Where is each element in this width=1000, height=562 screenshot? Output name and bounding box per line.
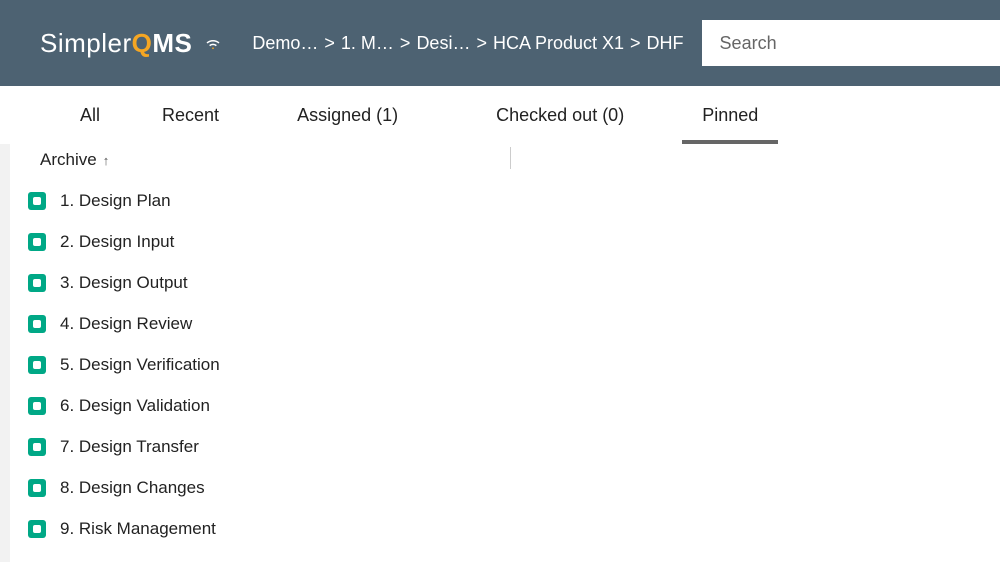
list-item-label: 5. Design Verification: [60, 355, 220, 375]
list-item[interactable]: 9. Risk Management: [28, 508, 1000, 549]
list-item-label: 7. Design Transfer: [60, 437, 199, 457]
folder-icon: [28, 192, 46, 210]
breadcrumb: Demo… > 1. M… > Desi… > HCA Product X1 >…: [252, 33, 683, 54]
list-item[interactable]: 6. Design Validation: [28, 385, 1000, 426]
content-area: Archive ↑ 1. Design Plan 2. Design Input…: [0, 144, 1000, 562]
breadcrumb-segment[interactable]: DHF: [647, 33, 684, 54]
app-logo[interactable]: SimplerQMS: [40, 28, 222, 59]
chevron-right-icon: >: [630, 33, 641, 54]
tab-all[interactable]: All: [60, 86, 120, 144]
list-item-label: 1. Design Plan: [60, 191, 171, 211]
tab-bar: All Recent Assigned (1) Checked out (0) …: [0, 86, 1000, 144]
list-item[interactable]: 8. Design Changes: [28, 467, 1000, 508]
breadcrumb-segment[interactable]: Desi…: [416, 33, 470, 54]
folder-icon: [28, 356, 46, 374]
list-item-label: 2. Design Input: [60, 232, 174, 252]
search-input[interactable]: [720, 33, 982, 54]
list-item[interactable]: 5. Design Verification: [28, 344, 1000, 385]
left-gutter: [0, 144, 10, 562]
list-item[interactable]: 1. Design Plan: [28, 180, 1000, 221]
column-divider: [510, 147, 511, 169]
main-panel: Archive ↑ 1. Design Plan 2. Design Input…: [10, 144, 1000, 562]
folder-icon: [28, 397, 46, 415]
chevron-right-icon: >: [476, 33, 487, 54]
list-item-label: 8. Design Changes: [60, 478, 205, 498]
list-item-label: 4. Design Review: [60, 314, 192, 334]
wifi-icon: [204, 34, 222, 52]
list-item[interactable]: 2. Design Input: [28, 221, 1000, 262]
column-header-archive[interactable]: Archive ↑: [10, 144, 1000, 180]
folder-list: 1. Design Plan 2. Design Input 3. Design…: [10, 180, 1000, 549]
breadcrumb-segment[interactable]: Demo…: [252, 33, 318, 54]
chevron-right-icon: >: [324, 33, 335, 54]
folder-icon: [28, 438, 46, 456]
chevron-right-icon: >: [400, 33, 411, 54]
folder-icon: [28, 274, 46, 292]
tab-checked-out[interactable]: Checked out (0): [476, 86, 644, 144]
folder-icon: [28, 520, 46, 538]
list-item[interactable]: 4. Design Review: [28, 303, 1000, 344]
tab-assigned[interactable]: Assigned (1): [277, 86, 418, 144]
logo-text: SimplerQMS: [40, 28, 192, 59]
breadcrumb-segment[interactable]: HCA Product X1: [493, 33, 624, 54]
folder-icon: [28, 479, 46, 497]
list-item[interactable]: 3. Design Output: [28, 262, 1000, 303]
breadcrumb-segment[interactable]: 1. M…: [341, 33, 394, 54]
folder-icon: [28, 233, 46, 251]
column-header-label: Archive: [40, 150, 97, 170]
folder-icon: [28, 315, 46, 333]
search-box[interactable]: [702, 20, 1000, 66]
list-item-label: 3. Design Output: [60, 273, 188, 293]
tab-pinned[interactable]: Pinned: [682, 86, 778, 144]
tab-recent[interactable]: Recent: [142, 86, 239, 144]
sort-asc-icon: ↑: [103, 153, 110, 168]
list-item-label: 6. Design Validation: [60, 396, 210, 416]
app-header: SimplerQMS Demo… > 1. M… > Desi… > HCA P…: [0, 0, 1000, 86]
list-item[interactable]: 7. Design Transfer: [28, 426, 1000, 467]
list-item-label: 9. Risk Management: [60, 519, 216, 539]
